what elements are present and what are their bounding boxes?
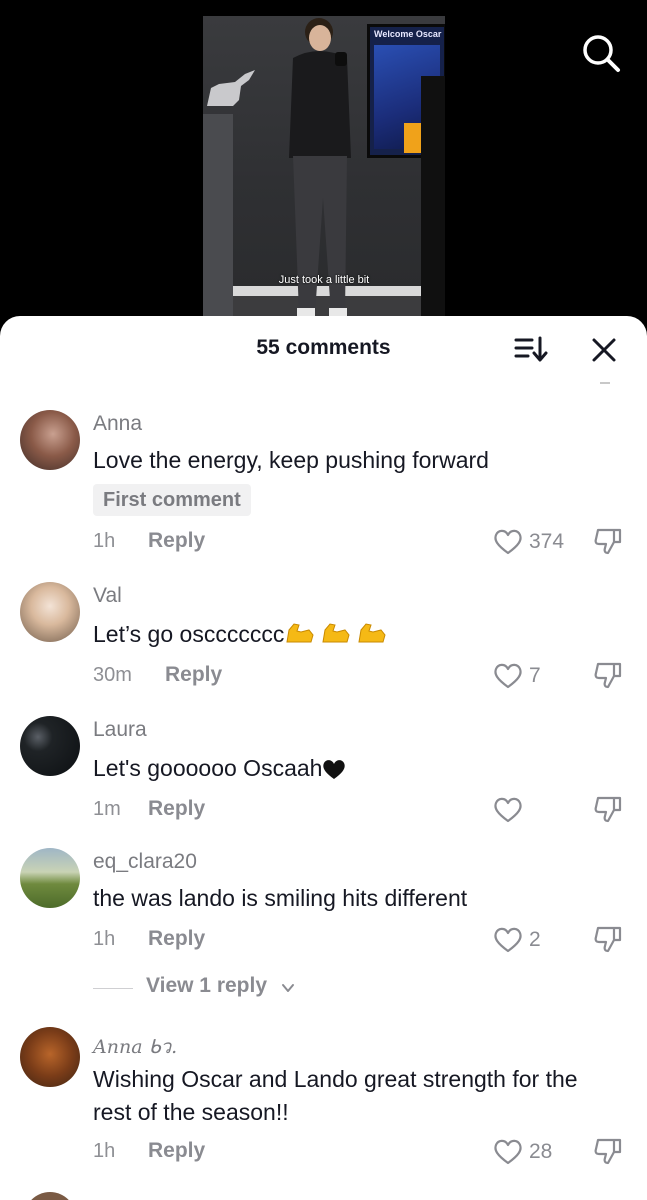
scroll-indicator bbox=[600, 382, 610, 384]
like-count: 2 bbox=[529, 928, 541, 951]
comment-text: Let’s go osccccccc bbox=[93, 621, 285, 647]
comment-text-row: Let's goooooo Oscaah bbox=[93, 752, 619, 785]
like-count: 7 bbox=[529, 664, 541, 687]
first-comment-badge: First comment bbox=[93, 484, 251, 516]
comment-username[interactable]: eq_clara20 bbox=[93, 850, 197, 874]
avatar[interactable] bbox=[20, 848, 80, 908]
view-replies-label: View 1 reply bbox=[146, 974, 268, 997]
comment-item: Anna Love the energy, keep pushing forwa… bbox=[0, 400, 647, 570]
video-player[interactable]: Welcome Oscar Just took a little bit bbox=[203, 16, 445, 316]
comment-item: eq_clara20 the was lando is smiling hits… bbox=[0, 838, 647, 1018]
reply-button[interactable]: Reply bbox=[165, 663, 222, 687]
comment-time: 1h bbox=[93, 1140, 116, 1162]
reply-button[interactable]: Reply bbox=[148, 797, 205, 821]
chevron-down-icon bbox=[282, 984, 294, 992]
comment-time: 1h bbox=[93, 928, 116, 950]
comment-text: Let's goooooo Oscaah bbox=[93, 755, 323, 781]
avatar[interactable] bbox=[20, 1027, 80, 1087]
comments-count-title: 55 comments bbox=[256, 336, 391, 359]
dislike-icon[interactable] bbox=[592, 1136, 624, 1166]
comment-text: Wishing Oscar and Lando great strength f… bbox=[93, 1066, 578, 1125]
comment-time: 1h bbox=[93, 530, 116, 552]
comment-text: the was lando is smiling hits different bbox=[93, 885, 468, 911]
comments-header: 55 comments bbox=[0, 316, 647, 384]
comment-item: Anna ᑲว. Wishing Oscar and Lando great s… bbox=[0, 1020, 647, 1200]
flexed-biceps-emoji bbox=[286, 623, 386, 643]
dislike-icon[interactable] bbox=[592, 924, 624, 954]
video-area[interactable]: Welcome Oscar Just took a little bit bbox=[0, 0, 647, 330]
video-screen-title: Welcome Oscar bbox=[374, 29, 442, 39]
like-count: 374 bbox=[529, 530, 565, 553]
close-icon[interactable] bbox=[588, 334, 620, 366]
avatar[interactable] bbox=[20, 582, 80, 642]
comment-time: 30m bbox=[93, 664, 132, 686]
dislike-icon[interactable] bbox=[592, 526, 624, 556]
heart-icon[interactable] bbox=[493, 1138, 523, 1166]
heart-icon[interactable] bbox=[493, 662, 523, 690]
sort-icon[interactable] bbox=[514, 334, 548, 364]
comment-text-row: Let’s go osccccccc bbox=[93, 618, 619, 651]
comment-username-row[interactable]: Anna ᑲว. bbox=[93, 1032, 177, 1062]
username-suffix: ᑲว. bbox=[148, 1036, 178, 1058]
comment-text: Love the energy, keep pushing forward bbox=[93, 447, 489, 473]
video-statue bbox=[207, 70, 255, 106]
video-caption: Just took a little bit bbox=[278, 274, 370, 286]
comment-username: Anna bbox=[93, 1036, 143, 1058]
comments-sheet: 55 comments Anna Love the energy, keep p… bbox=[0, 316, 647, 1200]
reply-button[interactable]: Reply bbox=[148, 529, 205, 553]
comment-item: Val Let’s go osccccccc 30m Reply 7 bbox=[0, 572, 647, 702]
search-icon[interactable] bbox=[580, 32, 622, 74]
heart-icon[interactable] bbox=[493, 528, 523, 556]
black-heart-emoji bbox=[323, 760, 346, 779]
heart-icon[interactable] bbox=[493, 926, 523, 954]
dislike-icon[interactable] bbox=[592, 794, 624, 824]
avatar[interactable] bbox=[20, 716, 80, 776]
avatar[interactable] bbox=[20, 410, 80, 470]
reply-button[interactable]: Reply bbox=[148, 1139, 205, 1163]
comment-username[interactable]: Val bbox=[93, 584, 122, 608]
heart-icon[interactable] bbox=[493, 796, 523, 824]
comment-username[interactable]: Laura bbox=[93, 718, 147, 742]
like-count: 28 bbox=[529, 1140, 553, 1163]
comment-time: 1m bbox=[93, 798, 121, 820]
dislike-icon[interactable] bbox=[592, 660, 624, 690]
comment-item: Laura Let's goooooo Oscaah 1m Reply bbox=[0, 706, 647, 836]
view-replies-divider bbox=[93, 988, 133, 989]
reply-button[interactable]: Reply bbox=[148, 927, 205, 951]
video-person bbox=[289, 18, 351, 316]
comment-username[interactable]: Anna bbox=[93, 412, 142, 436]
view-replies-button[interactable]: View 1 reply bbox=[93, 974, 313, 1004]
